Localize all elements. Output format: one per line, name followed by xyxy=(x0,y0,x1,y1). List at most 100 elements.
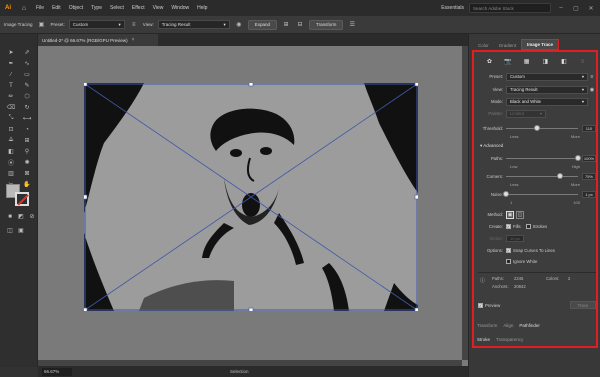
trace-options-icon[interactable]: ≡ xyxy=(129,20,139,30)
noise-value[interactable]: 1 px xyxy=(582,191,596,198)
curvature-tool-icon[interactable]: ∿ xyxy=(21,59,33,68)
line-tool-icon[interactable]: ∕ xyxy=(5,70,17,79)
menu-object[interactable]: Object xyxy=(65,5,87,11)
tab-pathfinder[interactable]: Pathfinder xyxy=(519,323,540,328)
column-graph-tool-icon[interactable]: ▥ xyxy=(5,169,17,178)
color-icon[interactable]: ■ xyxy=(6,212,14,221)
paths-value[interactable]: 100% xyxy=(582,155,596,162)
pencil-tool-icon[interactable]: ✏ xyxy=(5,92,17,101)
workspace-switcher[interactable]: Essentials xyxy=(441,5,464,11)
outline-icon[interactable]: ◌ xyxy=(578,57,588,66)
ignore-white-checkbox[interactable] xyxy=(506,259,511,264)
threshold-value[interactable]: 110 xyxy=(582,125,596,132)
rotate-tool-icon[interactable]: ↻ xyxy=(21,103,33,112)
advanced-toggle[interactable]: ▾ Advanced xyxy=(480,143,503,149)
preview-checkbox[interactable]: ✓ xyxy=(478,302,483,308)
eraser-tool-icon[interactable]: ⌫ xyxy=(5,103,17,112)
view-select[interactable]: Tracing Result ▾ xyxy=(157,20,230,29)
corners-slider[interactable] xyxy=(506,172,578,179)
distribute-icon[interactable]: ⊟ xyxy=(295,20,305,30)
fills-checkbox[interactable]: ✓ xyxy=(506,224,511,229)
stock-search-input[interactable]: Search Adobe Stock xyxy=(469,3,551,13)
black-and-white-icon[interactable]: ◧ xyxy=(559,57,569,66)
low-color-icon[interactable]: ▦ xyxy=(522,57,532,66)
pen-tool-icon[interactable]: ✒ xyxy=(5,59,17,68)
menu-select[interactable]: Select xyxy=(106,5,128,11)
menu-window[interactable]: Window xyxy=(167,5,193,11)
eye-icon[interactable]: ◉ xyxy=(234,20,244,30)
abutting-method-icon[interactable]: ▣ xyxy=(506,210,514,219)
shaper-tool-icon[interactable]: ⬡ xyxy=(21,92,33,101)
overlapping-method-icon[interactable]: ◫ xyxy=(516,210,524,219)
direct-selection-tool-icon[interactable]: ⇗ xyxy=(21,48,33,57)
maximize-icon[interactable]: ▢ xyxy=(571,5,581,12)
paths-slider[interactable] xyxy=(506,154,581,161)
screen-mode-icon[interactable]: ▣ xyxy=(17,226,25,235)
snap-curves-checkbox[interactable]: ✓ xyxy=(506,248,511,253)
threshold-slider-thumb[interactable] xyxy=(533,124,540,131)
symbol-sprayer-tool-icon[interactable]: ✺ xyxy=(21,158,33,167)
hand-tool-icon[interactable]: ✋ xyxy=(21,180,33,189)
high-color-icon[interactable]: 📷 xyxy=(503,57,513,66)
noise-slider-thumb[interactable] xyxy=(503,190,509,197)
zoom-field[interactable]: 66.67% xyxy=(42,367,72,376)
canvas[interactable] xyxy=(38,46,468,366)
view-select[interactable]: Tracing Result ▾ xyxy=(506,85,588,94)
auto-color-icon[interactable]: ✿ xyxy=(484,57,494,66)
tab-transform[interactable]: Transform xyxy=(477,323,497,328)
selection-tool-icon[interactable]: ➤ xyxy=(5,48,17,57)
traced-image[interactable] xyxy=(84,83,418,311)
mesh-tool-icon[interactable]: ⊞ xyxy=(21,136,33,145)
expand-button[interactable]: Expand xyxy=(247,19,277,30)
menu-effect[interactable]: Effect xyxy=(128,5,149,11)
threshold-slider[interactable] xyxy=(506,124,578,131)
image-trace-panel-icon[interactable]: ▣ xyxy=(37,20,47,30)
menu-edit[interactable]: Edit xyxy=(48,5,65,11)
draw-normal-icon[interactable]: ◫ xyxy=(6,226,14,235)
scale-tool-icon[interactable]: ⤡ xyxy=(5,114,17,123)
minimize-icon[interactable]: – xyxy=(556,5,566,11)
gradient-tool-icon[interactable]: ◧ xyxy=(5,147,17,156)
tab-color[interactable]: Color xyxy=(473,41,494,50)
menu-type[interactable]: Type xyxy=(87,5,106,11)
menu-help[interactable]: Help xyxy=(193,5,211,11)
menu-view[interactable]: View xyxy=(149,5,168,11)
paintbrush-tool-icon[interactable]: ✎ xyxy=(21,81,33,90)
gradient-icon[interactable]: ◩ xyxy=(17,212,25,221)
menu-file[interactable]: File xyxy=(32,5,48,11)
preset-select[interactable]: Custom ▾ xyxy=(506,72,588,81)
type-tool-icon[interactable]: T xyxy=(5,81,17,90)
close-icon[interactable]: × xyxy=(132,37,135,43)
more-options-icon[interactable]: ☰ xyxy=(347,20,357,30)
rectangle-tool-icon[interactable]: ▭ xyxy=(21,70,33,79)
shape-builder-tool-icon[interactable]: ◔ xyxy=(21,125,33,134)
stroke-swatch[interactable] xyxy=(15,192,29,206)
eyedropper-tool-icon[interactable]: ⚲ xyxy=(21,147,33,156)
preset-select[interactable]: Custom ▾ xyxy=(68,20,125,29)
width-tool-icon[interactable]: ⟷ xyxy=(21,114,33,123)
perspective-grid-tool-icon[interactable]: ⟁ xyxy=(5,136,17,145)
tab-gradient[interactable]: Gradient xyxy=(494,41,521,50)
document-tab[interactable]: Untitled-2* @ 66.67% (RGB/GPU Preview) × xyxy=(38,34,158,46)
blend-tool-icon[interactable]: ⦿ xyxy=(5,158,17,167)
grayscale-icon[interactable]: ◨ xyxy=(540,57,550,66)
transform-button[interactable]: Transform xyxy=(308,19,344,30)
tab-align[interactable]: Align xyxy=(503,323,513,328)
paths-slider-thumb[interactable] xyxy=(575,154,581,161)
eye-icon[interactable]: ◉ xyxy=(588,87,596,93)
corners-value[interactable]: 75% xyxy=(582,173,596,180)
trace-button[interactable]: Trace xyxy=(570,301,596,309)
home-icon[interactable]: ⌂ xyxy=(16,0,32,16)
corners-slider-thumb[interactable] xyxy=(557,172,563,179)
close-icon[interactable]: ✕ xyxy=(586,5,596,12)
free-transform-tool-icon[interactable]: ⊡ xyxy=(5,125,17,134)
none-icon[interactable]: ⊘ xyxy=(28,212,36,221)
noise-slider[interactable] xyxy=(503,190,578,197)
tab-transparency[interactable]: Transparency xyxy=(496,337,523,342)
align-icon[interactable]: ⊞ xyxy=(281,20,291,30)
mode-select[interactable]: Black and White ▾ xyxy=(506,97,588,106)
artboard-tool-icon[interactable]: ⊠ xyxy=(21,169,33,178)
preset-menu-icon[interactable]: ≡ xyxy=(588,74,596,80)
tab-stroke[interactable]: Stroke xyxy=(477,337,490,342)
tab-image-trace[interactable]: Image Trace xyxy=(521,39,560,50)
